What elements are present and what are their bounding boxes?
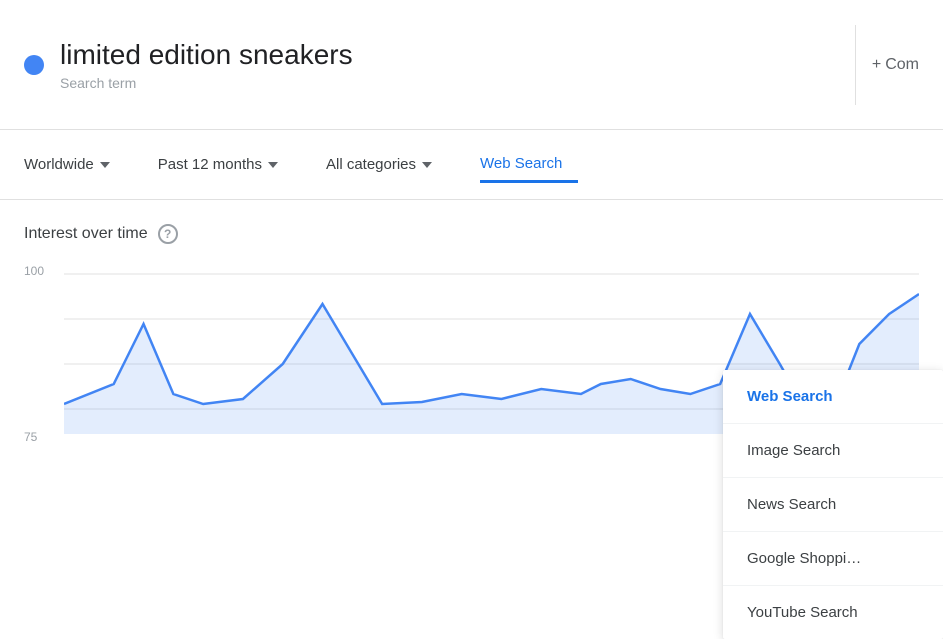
time-range-filter[interactable]: Past 12 months [158,148,294,181]
dropdown-item-google-shopping[interactable]: Google Shoppi… [723,532,943,586]
dropdown-item-image-search[interactable]: Image Search [723,424,943,478]
compare-label: Com [885,56,919,74]
search-term-label: Search term [60,75,839,91]
compare-button[interactable]: + Com [872,56,919,74]
category-label: All categories [326,156,416,173]
section-header: Interest over time ? [24,224,919,244]
search-type-label: Web Search [480,155,562,172]
location-dropdown-arrow [100,162,110,168]
chart-label-75: 75 [24,430,44,444]
plus-icon: + [872,56,881,74]
time-range-label: Past 12 months [158,156,262,173]
filter-bar: Worldwide Past 12 months All categories … [0,130,943,200]
main-content: Interest over time ? 100 75 [0,200,943,566]
interest-over-time-title: Interest over time [24,225,148,243]
dropdown-item-news-search[interactable]: News Search [723,478,943,532]
category-dropdown-arrow [422,162,432,168]
dropdown-item-youtube-search[interactable]: YouTube Search [723,586,943,639]
header-section: limited edition sneakers Search term + C… [0,0,943,130]
search-term-title: limited edition sneakers [60,38,839,72]
search-term-dot [24,55,44,75]
header-text: limited edition sneakers Search term [60,38,839,92]
search-type-filter[interactable]: Web Search [480,147,578,183]
help-icon[interactable]: ? [158,224,178,244]
search-type-dropdown: Web Search Image Search News Search Goog… [723,370,943,639]
category-filter[interactable]: All categories [326,148,448,181]
location-label: Worldwide [24,156,94,173]
dropdown-item-web-search[interactable]: Web Search [723,370,943,424]
header-divider [855,25,856,105]
chart-y-labels: 100 75 [24,264,44,464]
chart-label-100: 100 [24,264,44,278]
location-filter[interactable]: Worldwide [24,148,126,181]
time-range-dropdown-arrow [268,162,278,168]
